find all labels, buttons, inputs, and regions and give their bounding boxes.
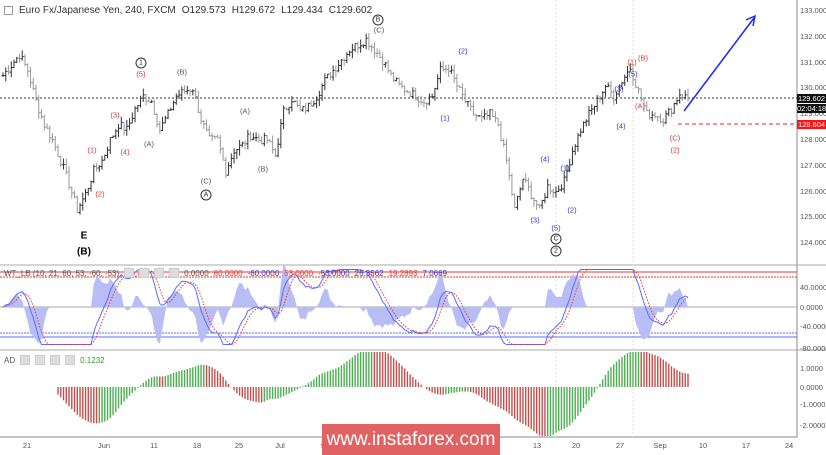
price-axis-label: 131.000 [800, 57, 826, 67]
price-axis-label: 124.000 [800, 238, 826, 248]
wave-label: (B) [258, 164, 268, 174]
wave-label: (B) [177, 67, 187, 77]
time-axis-label: 11 [150, 441, 158, 450]
open-value: O129.573 [181, 5, 226, 16]
wave-label: (1) [627, 57, 637, 67]
time-axis-label: Sep [653, 441, 667, 450]
price-axis-label: 125.000 [800, 212, 826, 222]
wt-value: 19.2893 [388, 268, 418, 278]
price-axis-label: 130.000 [800, 83, 826, 93]
countdown-tag: 02:04:18 [797, 104, 826, 113]
time-axis-label: 25 [234, 441, 244, 450]
time-axis-label: 20 [571, 441, 581, 450]
time-axis-label: Jul [275, 441, 285, 450]
price-axis-label: 133.000 [800, 6, 826, 15]
wave-label: (2) [567, 205, 577, 215]
collapse-icon[interactable] [4, 6, 13, 15]
wt-label[interactable]: WT_LB (10, 21, 60, 53, -60, -53) [4, 269, 119, 278]
wave-label-circled: C [550, 233, 562, 245]
add-icon[interactable] [50, 355, 61, 365]
projection-arrow[interactable] [683, 14, 757, 112]
wave-label-circled: 1 [135, 57, 147, 69]
wt-value: 60.0000 [213, 268, 243, 278]
low-value: L129.434 [281, 5, 323, 16]
price-chart[interactable] [0, 0, 826, 455]
wt-value: 7.0669 [422, 268, 447, 278]
time-axis-label: 18 [192, 441, 202, 450]
time-axis-label: 13 [532, 441, 542, 450]
wt-axis-label: -80.0000 [800, 344, 826, 353]
wave-label: (3) [530, 215, 540, 225]
time-axis-label: 21 [22, 441, 32, 450]
wave-label: (2) [670, 145, 680, 155]
ad-legend: AD 0.1232 [4, 355, 105, 365]
wave-label: (4) [616, 121, 626, 131]
close-value: C129.602 [328, 5, 373, 16]
wave-label: (1) [87, 145, 97, 155]
ad-label[interactable]: AD [4, 356, 15, 365]
target-price-tag: 128.604 [797, 120, 826, 129]
wave-label: E [80, 230, 88, 242]
time-axis-label: 27 [615, 441, 625, 450]
wave-label-circled: A [200, 189, 212, 201]
wave-label: (C) [669, 133, 681, 143]
price-axis-label: 126.000 [800, 186, 826, 196]
time-axis-label: 10 [698, 441, 708, 450]
high-value: H129.672 [231, 5, 276, 16]
wave-label: (5) [628, 69, 638, 79]
price-axis-label: 127.000 [800, 160, 826, 170]
symbol-title[interactable]: Euro Fx/Japanese Yen, 240, FXCM [19, 5, 176, 16]
ad-axis-label: 1.0000 [800, 364, 823, 373]
wave-label: (C) [373, 25, 385, 35]
wave-label: (1) [440, 113, 450, 123]
wave-label: (4) [540, 154, 550, 164]
wt-legend: WT_LB (10, 21, 60, 53, -60, -53) 0.0000 … [4, 268, 447, 278]
ad-axis-label: 0.0000 [800, 383, 823, 392]
time-axis-label: 24 [784, 441, 794, 450]
ad-axis-label: -2.0000 [800, 421, 826, 430]
wave-label: (2) [458, 46, 468, 56]
wt-value: -53.0000 [318, 268, 350, 278]
price-bars [1, 33, 690, 215]
chart-window: Euro Fx/Japanese Yen, 240, FXCM O129.573… [0, 0, 826, 455]
close-icon[interactable] [169, 268, 180, 278]
wave-label: (A) [240, 106, 250, 116]
wave-label: (A) [144, 139, 154, 149]
wt-value: -60.0000 [247, 268, 280, 278]
wave-label: (B) [638, 53, 648, 63]
watermark: www.instaforex.com [322, 424, 500, 455]
wave-label-circled: B [372, 14, 384, 26]
wave-label: (3) [614, 84, 624, 94]
wt-axis-label: -40.0000 [800, 322, 826, 331]
hide-icon[interactable] [124, 268, 135, 278]
chart-legend: Euro Fx/Japanese Yen, 240, FXCM O129.573… [4, 5, 372, 16]
close-icon[interactable] [65, 355, 76, 365]
ad-axis-label: -1.0000 [800, 400, 826, 409]
add-icon[interactable] [154, 268, 165, 278]
wave-label-circled: 2 [550, 245, 562, 257]
wt-axis-label: 40.0000 [800, 283, 826, 292]
time-axis-label: Jun [97, 441, 111, 450]
price-axis-label: 132.000 [800, 31, 826, 41]
wave-label: (2) [95, 189, 105, 199]
wave-label: (3) [110, 110, 120, 120]
wt-axis-label: 0.0000 [800, 303, 823, 312]
wave-label: (A) [635, 101, 645, 111]
wave-label: (4) [120, 147, 130, 157]
wt-value: 53.0000 [284, 268, 314, 278]
ad-value: 0.1232 [80, 355, 105, 365]
wt-value: 0.0000 [184, 268, 209, 278]
wave-label: (5) [136, 69, 146, 79]
wave-label: (C) [200, 176, 212, 186]
wave-label: (5) [551, 223, 561, 233]
settings-icon[interactable] [139, 268, 150, 278]
wt-value: 26.3562 [354, 268, 384, 278]
hide-icon[interactable] [20, 355, 31, 365]
time-axis-label: 17 [741, 441, 751, 450]
last-price-tag: 129.602 [797, 94, 826, 103]
price-axis-label: 128.000 [800, 135, 826, 144]
wave-label: (B) [77, 246, 91, 258]
wave-label: (1) [560, 163, 570, 173]
settings-icon[interactable] [35, 355, 46, 365]
